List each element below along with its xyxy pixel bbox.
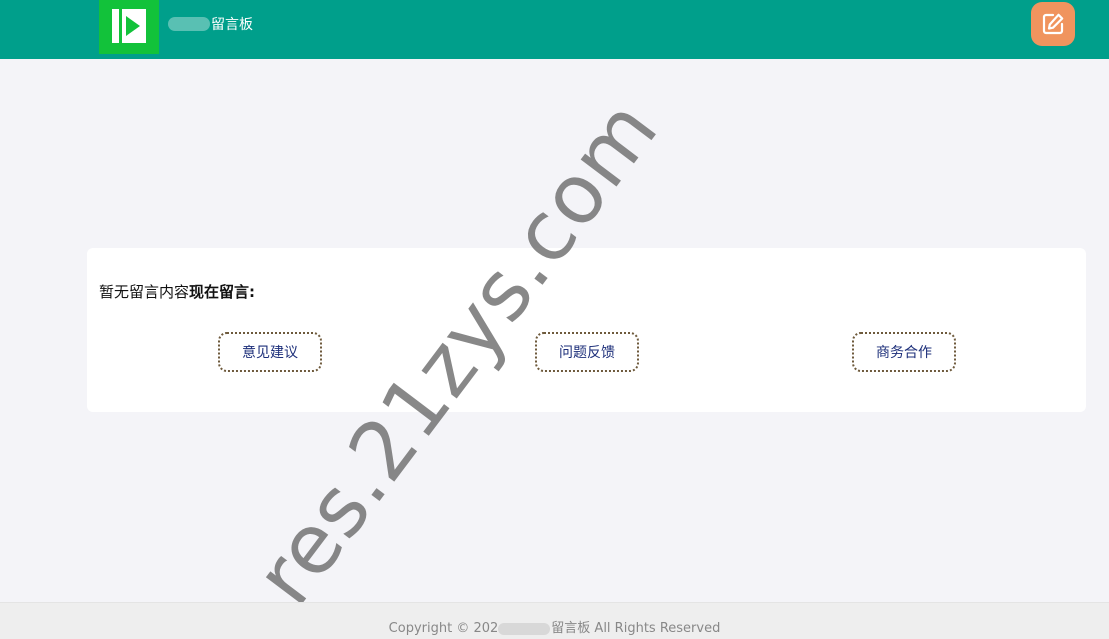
write-message-button[interactable] <box>1031 2 1075 46</box>
logo-icon <box>112 9 146 43</box>
copyright-prefix: Copyright © 202 <box>388 621 499 636</box>
leave-message-link[interactable]: 现在留言: <box>189 283 255 301</box>
edit-icon <box>1042 13 1064 35</box>
site-title: 留言板 <box>168 15 253 33</box>
empty-text: 暂无留言内容 <box>99 283 190 301</box>
site-title-text: 留言板 <box>211 17 253 33</box>
category-button-feedback[interactable]: 问题反馈 <box>535 332 639 372</box>
category-button-suggestions[interactable]: 意见建议 <box>218 332 322 372</box>
empty-message-notice: 暂无留言内容现在留言: <box>99 281 255 302</box>
copyright: Copyright © 202 留言板 All Rights Reserved <box>0 617 1109 636</box>
category-button-business[interactable]: 商务合作 <box>852 332 956 372</box>
top-bar: 留言板 <box>0 0 1109 59</box>
message-card: 暂无留言内容现在留言: 意见建议 问题反馈 商务合作 <box>87 248 1086 412</box>
copyright-suffix: All Rights Reserved <box>590 621 721 636</box>
redacted-text <box>498 622 551 635</box>
footer: Copyright © 202 留言板 All Rights Reserved <box>0 602 1109 639</box>
redacted-text <box>168 17 210 31</box>
copyright-site: 留言板 <box>551 621 591 636</box>
logo[interactable] <box>99 0 159 54</box>
